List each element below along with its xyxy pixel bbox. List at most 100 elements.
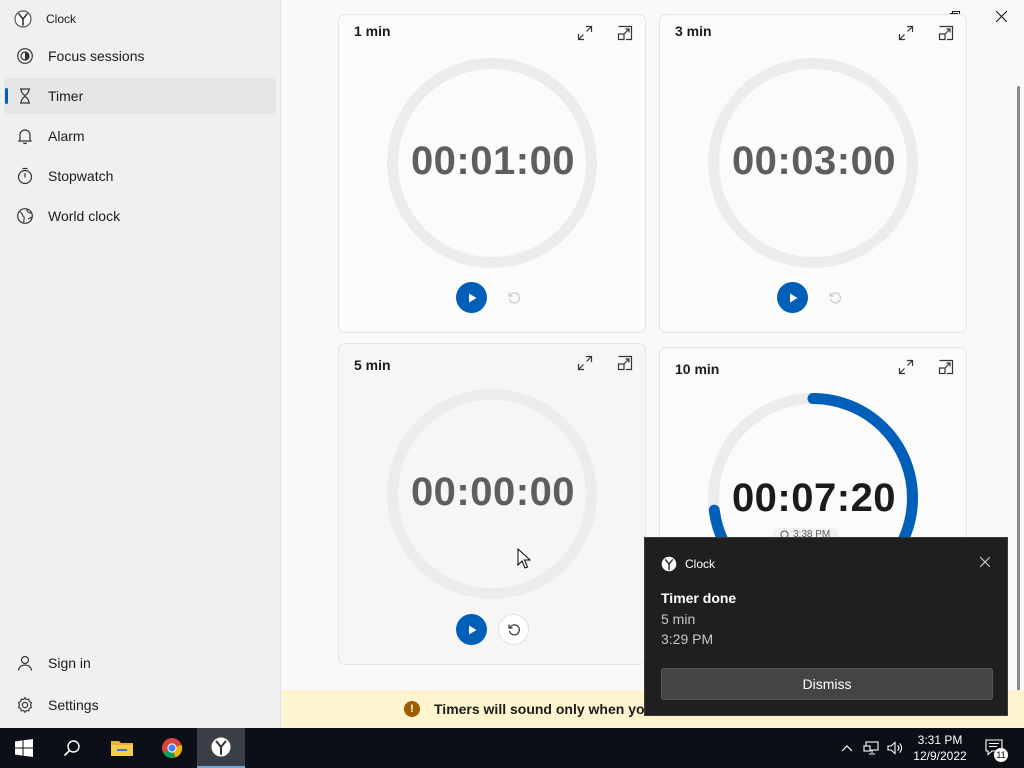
search-icon	[63, 740, 80, 757]
taskbar-clock[interactable]: 3:31 PM 12/9/2022	[900, 732, 980, 764]
file-explorer-button[interactable]	[98, 728, 146, 768]
keep-on-top-icon	[617, 355, 633, 371]
folder-icon	[111, 741, 133, 756]
sidebar-item-focus-sessions[interactable]: Focus sessions	[4, 38, 276, 74]
dismiss-button[interactable]: Dismiss	[661, 668, 993, 700]
expand-button[interactable]	[573, 21, 597, 45]
stopwatch-icon	[17, 167, 33, 185]
keep-on-top-button[interactable]	[934, 355, 958, 379]
timer-done-toast: Clock Timer done 5 min 3:29 PM Dismiss	[644, 537, 1008, 716]
toast-time: 3:29 PM	[661, 631, 714, 647]
clock-taskbar-button[interactable]	[197, 728, 245, 768]
keep-on-top-icon	[938, 359, 954, 375]
start-button[interactable]	[456, 614, 487, 645]
mouse-cursor-icon	[517, 548, 531, 569]
sidebar-item-label: Settings	[48, 697, 99, 713]
toast-timer-name: 5 min	[661, 611, 696, 627]
expand-icon	[577, 25, 593, 41]
toast-header: Clock	[661, 556, 715, 572]
hourglass-icon	[20, 88, 30, 104]
expand-icon	[577, 355, 593, 371]
sidebar-item-stopwatch[interactable]: Stopwatch	[4, 158, 276, 194]
start-button[interactable]	[456, 282, 487, 313]
sidebar: Clock Focus sessions Timer Alarm Stopwat…	[0, 0, 281, 728]
chrome-icon	[162, 738, 183, 759]
sidebar-item-label: Focus sessions	[48, 48, 145, 64]
expand-button[interactable]	[894, 355, 918, 379]
chevron-up-icon	[841, 745, 853, 752]
toast-close-button[interactable]	[977, 554, 993, 570]
scrollbar[interactable]	[1017, 86, 1020, 692]
timer-display: 00:00:00	[410, 470, 576, 514]
sidebar-item-label: Timer	[48, 88, 84, 104]
banner-text: Timers will sound only when you	[434, 701, 654, 717]
app-title: Clock	[46, 12, 77, 26]
timer-card[interactable]: 3 min 00:03:00	[659, 14, 967, 333]
reset-button[interactable]	[819, 282, 850, 313]
clock-app-logo-icon	[14, 10, 32, 28]
timer-name: 3 min	[675, 23, 712, 39]
close-icon	[995, 10, 1007, 22]
app-title-bar: Clock	[14, 9, 76, 29]
reset-icon	[507, 623, 520, 635]
sidebar-item-label: Alarm	[48, 128, 85, 144]
keep-on-top-icon	[938, 25, 954, 41]
windows-logo-icon	[15, 739, 33, 757]
focus-icon	[17, 48, 33, 64]
toast-title: Timer done	[661, 590, 737, 606]
sign-in-button[interactable]: Sign in	[4, 645, 276, 681]
timer-display: 00:03:00	[731, 139, 897, 183]
person-icon	[17, 655, 33, 671]
settings-button[interactable]: Settings	[4, 687, 276, 723]
sidebar-item-label: World clock	[48, 208, 121, 224]
chrome-button[interactable]	[148, 728, 196, 768]
expand-button[interactable]	[573, 351, 597, 375]
reset-button[interactable]	[498, 282, 529, 313]
expand-icon	[898, 25, 914, 41]
expand-icon	[898, 359, 914, 375]
clock-app-logo-icon	[210, 736, 232, 758]
timer-display: 00:07:20	[731, 476, 897, 520]
sidebar-item-world-clock[interactable]: World clock	[4, 198, 276, 234]
sidebar-item-alarm[interactable]: Alarm	[4, 118, 276, 154]
timer-display: 00:01:00	[410, 139, 576, 183]
keep-on-top-button[interactable]	[613, 21, 637, 45]
nav-list: Focus sessions Timer Alarm Stopwatch Wor…	[4, 38, 276, 238]
network-icon	[863, 741, 879, 755]
reset-button[interactable]	[498, 614, 529, 645]
clock-app-logo-icon	[661, 556, 677, 572]
sidebar-item-timer[interactable]: Timer	[4, 78, 276, 114]
expand-button[interactable]	[894, 21, 918, 45]
taskbar-time: 3:31 PM	[917, 733, 963, 747]
timer-card[interactable]: 1 min 00:01:00	[338, 14, 646, 333]
globe-icon	[17, 208, 33, 224]
sidebar-footer: Sign in Settings	[4, 645, 276, 727]
start-button[interactable]	[777, 282, 808, 313]
taskbar: 3:31 PM 12/9/2022 11	[0, 728, 1024, 768]
play-icon	[468, 625, 476, 634]
notification-count-badge: 11	[994, 748, 1008, 762]
bell-icon	[17, 129, 33, 145]
search-button[interactable]	[48, 728, 96, 768]
timer-name: 10 min	[675, 361, 720, 377]
timer-name: 1 min	[354, 23, 391, 39]
action-center-button[interactable]: 11	[982, 728, 1008, 768]
warning-icon: !	[404, 701, 420, 717]
gear-icon	[17, 696, 33, 714]
start-button[interactable]	[0, 728, 48, 768]
keep-on-top-button[interactable]	[934, 21, 958, 45]
timer-card[interactable]: 5 min 00:00:00	[338, 343, 646, 665]
reset-icon	[507, 291, 520, 303]
show-hidden-icons-button[interactable]	[838, 728, 856, 768]
taskbar-date: 12/9/2022	[913, 749, 967, 763]
close-icon	[980, 557, 990, 567]
toast-app-name: Clock	[685, 557, 716, 571]
play-icon	[468, 293, 476, 302]
keep-on-top-button[interactable]	[613, 351, 637, 375]
play-icon	[789, 293, 797, 302]
close-window-button[interactable]	[978, 0, 1024, 32]
network-button[interactable]	[860, 728, 882, 768]
keep-on-top-icon	[617, 25, 633, 41]
sidebar-item-label: Sign in	[48, 655, 91, 671]
reset-icon	[828, 291, 841, 303]
